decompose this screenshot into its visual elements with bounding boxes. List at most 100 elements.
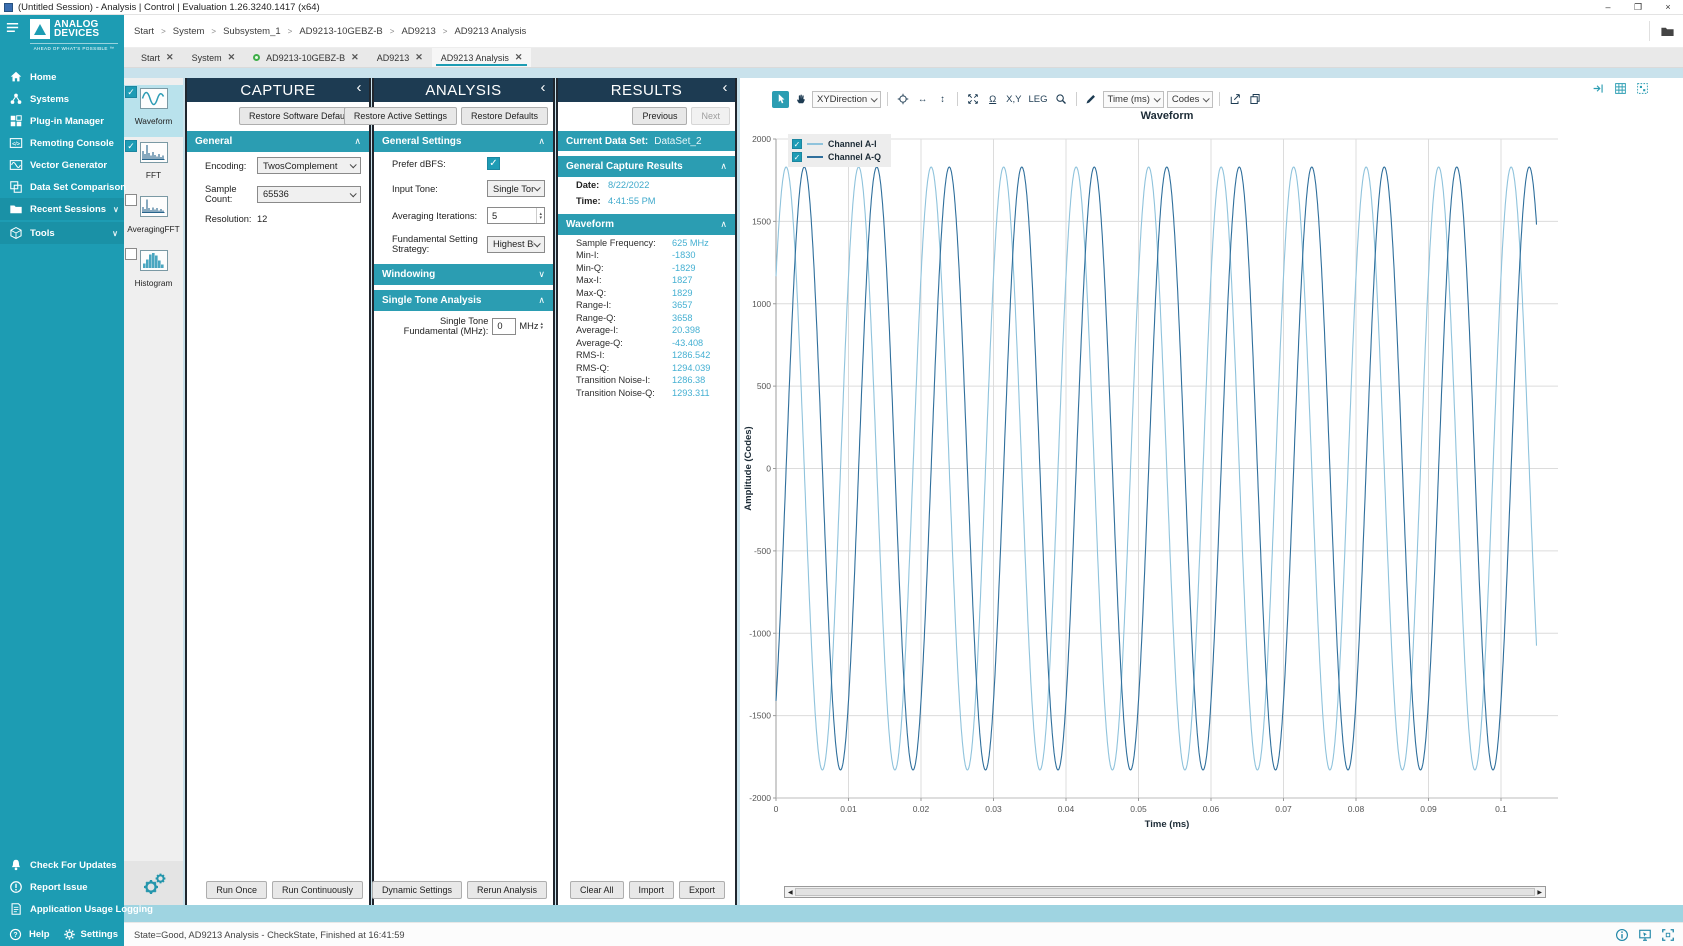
- run-continuously-button[interactable]: Run Continuously: [272, 881, 363, 899]
- import-button[interactable]: Import: [629, 881, 675, 899]
- expand-button[interactable]: [964, 91, 981, 108]
- single-tone-analysis-section[interactable]: Single Tone Analysis∧: [374, 290, 553, 311]
- analysis-general-settings-section[interactable]: General Settings∧: [374, 131, 553, 152]
- breadcrumb-item[interactable]: AD9213: [401, 26, 435, 37]
- prefer-dbfs-checkbox[interactable]: ✓: [487, 157, 500, 170]
- tab-system[interactable]: System✕: [183, 48, 245, 67]
- export-button[interactable]: Export: [679, 881, 725, 899]
- fit-horizontal-button[interactable]: ↔: [914, 91, 931, 108]
- waveform-results-section[interactable]: Waveform∧: [558, 214, 735, 235]
- tab-ad9213-analysis[interactable]: AD9213 Analysis✕: [432, 48, 532, 67]
- autoscale-button[interactable]: [894, 91, 911, 108]
- layout-button[interactable]: [1636, 82, 1649, 95]
- scrollbar-thumb[interactable]: [795, 888, 1535, 896]
- annotate-button[interactable]: [1083, 91, 1100, 108]
- sidebar-item-application-usage-logging[interactable]: Application Usage Logging: [0, 898, 124, 920]
- y-units-dropdown[interactable]: Codes: [1167, 91, 1213, 108]
- collapse-analysis-icon[interactable]: ‹: [541, 79, 547, 96]
- single-tone-fundamental-input[interactable]: 0: [492, 318, 516, 335]
- restore-active-settings-button[interactable]: Restore Active Settings: [344, 107, 457, 125]
- dynamic-settings-button[interactable]: Dynamic Settings: [372, 881, 462, 899]
- scroll-right-icon[interactable]: ▶: [1537, 889, 1542, 896]
- waveform-plot[interactable]: -2000-1500-1000-500050010001500200000.01…: [740, 78, 1678, 905]
- sidebar-item-remoting-console[interactable]: </>Remoting Console: [0, 132, 124, 154]
- remote-display-button[interactable]: [1638, 928, 1652, 942]
- settings-button[interactable]: Settings: [63, 928, 118, 941]
- breadcrumb-item[interactable]: Subsystem_1: [223, 26, 281, 37]
- single-tone-stepper[interactable]: ▴▾: [538, 318, 545, 335]
- minimize-button[interactable]: –: [1593, 2, 1623, 12]
- general-capture-results-section[interactable]: General Capture Results∧: [558, 156, 735, 177]
- restore-defaults-button[interactable]: Restore Defaults: [461, 107, 548, 125]
- xy-direction-dropdown[interactable]: XYDirection: [812, 91, 881, 108]
- legend-toggle-button[interactable]: LEG: [1026, 91, 1049, 108]
- next-dataset-button[interactable]: Next: [691, 107, 730, 125]
- tool-settings-button[interactable]: [124, 861, 183, 905]
- breadcrumb-item[interactable]: Start: [134, 26, 154, 37]
- legend-item-channel-a-i[interactable]: ✓Channel A-I: [792, 138, 881, 150]
- sidebar-item-report-issue[interactable]: Report Issue: [0, 876, 124, 898]
- sidebar-item-home[interactable]: Home: [0, 66, 124, 88]
- sidebar-item-data-set-comparison[interactable]: Data Set Comparison: [0, 176, 124, 198]
- selection-frame-button[interactable]: [1661, 928, 1675, 942]
- sidebar-item-tools[interactable]: Tools∨: [0, 222, 124, 244]
- sidebar-item-recent-sessions[interactable]: Recent Sessions∨: [0, 198, 124, 220]
- zoom-tool-button[interactable]: [1053, 91, 1070, 108]
- clear-all-button[interactable]: Clear All: [570, 881, 624, 899]
- chart-horizontal-scrollbar[interactable]: ◀ ▶: [784, 886, 1546, 898]
- hamburger-menu-icon[interactable]: [5, 20, 20, 35]
- sidebar-item-plug-in-manager[interactable]: Plug-in Manager: [0, 110, 124, 132]
- grid-view-button[interactable]: [1614, 82, 1627, 95]
- close-button[interactable]: ×: [1653, 2, 1683, 12]
- run-once-button[interactable]: Run Once: [206, 881, 267, 899]
- collapse-results-icon[interactable]: ‹: [723, 79, 729, 96]
- breadcrumb-item[interactable]: System: [173, 26, 205, 37]
- collapse-capture-icon[interactable]: ‹: [357, 79, 363, 96]
- tab-ad9213-10gebz-b[interactable]: AD9213-10GEBZ-B✕: [244, 48, 368, 67]
- select-pointer-button[interactable]: [772, 91, 789, 108]
- scroll-left-icon[interactable]: ◀: [788, 889, 793, 896]
- fit-vertical-button[interactable]: ↕: [934, 91, 951, 108]
- windowing-section[interactable]: Windowing∨: [374, 264, 553, 285]
- sample-count-dropdown[interactable]: 65536: [257, 186, 361, 203]
- x-units-dropdown[interactable]: Time (ms): [1103, 91, 1164, 108]
- tab-start[interactable]: Start✕: [132, 48, 183, 67]
- close-tab-icon[interactable]: ✕: [515, 52, 523, 63]
- close-tab-icon[interactable]: ✕: [351, 52, 359, 63]
- legend-item-channel-a-q[interactable]: ✓Channel A-Q: [792, 151, 881, 163]
- series-visible-checkbox[interactable]: ✓: [792, 139, 802, 149]
- close-tab-icon[interactable]: ✕: [415, 52, 423, 63]
- rerun-analysis-button[interactable]: Rerun Analysis: [467, 881, 547, 899]
- input-tone-dropdown[interactable]: Single Tone: [487, 180, 545, 197]
- encoding-dropdown[interactable]: TwosComplement: [257, 157, 361, 174]
- tool-fft[interactable]: ✓FFT: [124, 139, 183, 191]
- collapse-panel-button[interactable]: [1592, 82, 1605, 95]
- capture-general-section[interactable]: General∧: [187, 131, 369, 152]
- averaging-iterations-input[interactable]: 5 ▴▾: [487, 207, 545, 224]
- fundamental-strategy-dropdown[interactable]: Highest Bin: [487, 236, 545, 253]
- sidebar-item-systems[interactable]: Systems: [0, 88, 124, 110]
- restore-button[interactable]: ❐: [1623, 2, 1653, 13]
- fft-enabled-checkbox[interactable]: ✓: [125, 140, 137, 152]
- close-tab-icon[interactable]: ✕: [166, 52, 174, 63]
- help-button[interactable]: Help: [29, 929, 50, 940]
- xy-readout-button[interactable]: X,Y: [1004, 91, 1023, 108]
- previous-dataset-button[interactable]: Previous: [632, 107, 687, 125]
- tab-ad9213[interactable]: AD9213✕: [368, 48, 432, 67]
- averagingfft-enabled-checkbox[interactable]: [125, 194, 137, 206]
- breadcrumb-item[interactable]: AD9213 Analysis: [454, 26, 526, 37]
- session-folder-icon[interactable]: [1649, 21, 1675, 41]
- waveform-enabled-checkbox[interactable]: ✓: [125, 86, 137, 98]
- breadcrumb-item[interactable]: AD9213-10GEBZ-B: [299, 26, 382, 37]
- export-plot-button[interactable]: [1226, 91, 1243, 108]
- tool-histogram[interactable]: Histogram: [124, 247, 183, 299]
- copy-plot-button[interactable]: [1246, 91, 1263, 108]
- tool-waveform[interactable]: ✓Waveform: [124, 85, 183, 137]
- close-tab-icon[interactable]: ✕: [228, 52, 236, 63]
- persistence-button[interactable]: Ω: [984, 91, 1001, 108]
- sidebar-item-vector-generator[interactable]: Vector Generator: [0, 154, 124, 176]
- pan-button[interactable]: [792, 91, 809, 108]
- sidebar-item-check-for-updates[interactable]: Check For Updates: [0, 854, 124, 876]
- status-info-button[interactable]: [1615, 928, 1629, 942]
- tool-averagingfft[interactable]: AveragingFFT: [124, 193, 183, 245]
